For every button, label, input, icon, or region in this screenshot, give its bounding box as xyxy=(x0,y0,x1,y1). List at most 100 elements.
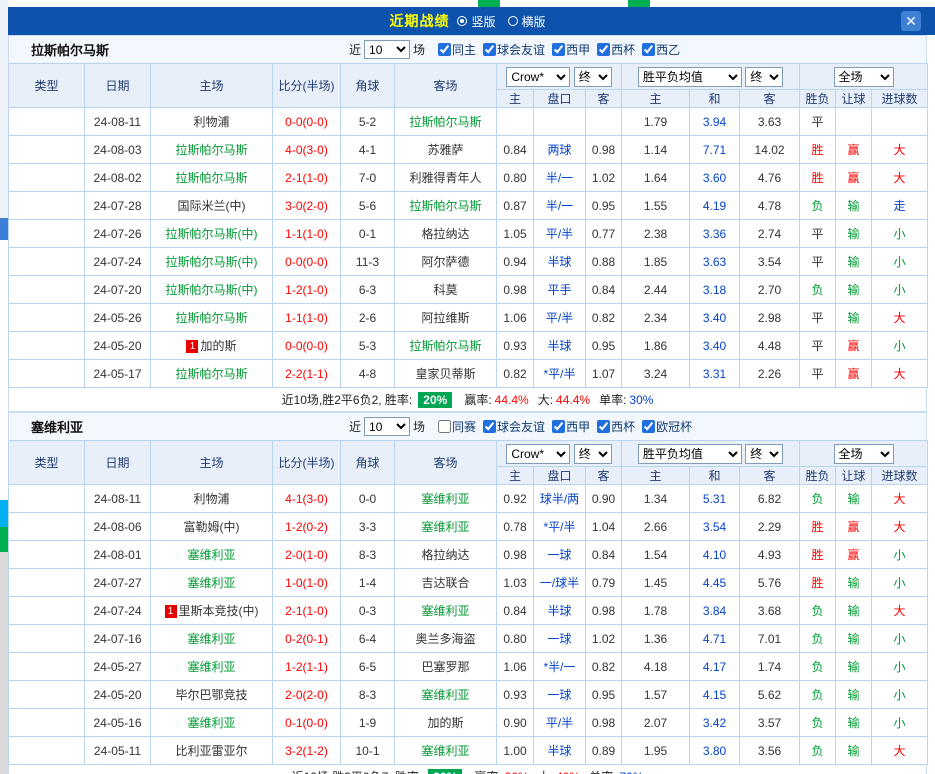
match-row: 球会友谊24-08-01塞维利亚2-0(1-0)8-3格拉纳达0.98一球0.8… xyxy=(9,541,928,569)
match-date: 24-08-11 xyxy=(85,485,151,513)
competition-tag: 球会友谊 xyxy=(9,248,85,276)
big-rate-value: 40% xyxy=(556,770,580,774)
euro-odds-home: 2.66 xyxy=(622,513,690,541)
goals-outcome: 小 xyxy=(872,276,928,304)
asian-odds-home: 0.90 xyxy=(497,709,534,737)
home-team-name: 拉斯帕尔马斯(中) xyxy=(166,255,258,269)
league-filter-laliga[interactable]: 西甲 xyxy=(552,418,590,435)
handicap-line: 球半/两 xyxy=(534,485,586,513)
euro-odds-home: 2.38 xyxy=(622,220,690,248)
bookmaker-select[interactable]: Crow* xyxy=(506,444,570,464)
away-team-name: 苏雅萨 xyxy=(427,143,463,157)
asian-odds-away: 0.77 xyxy=(586,220,622,248)
match-row: 球会友谊24-07-24拉斯帕尔马斯(中)0-0(0-0)11-3阿尔萨德0.9… xyxy=(9,248,928,276)
euro-odds-draw: 4.71 xyxy=(690,625,740,653)
match-date: 24-05-26 xyxy=(85,304,151,332)
match-score: 4-0(3-0) xyxy=(273,136,341,164)
match-count-select[interactable]: 10 xyxy=(364,40,410,59)
background-segment xyxy=(0,0,8,218)
euro-odds-draw: 4.17 xyxy=(690,653,740,681)
competition-tag: 西甲 xyxy=(9,737,85,765)
away-team-name: 拉斯帕尔马斯 xyxy=(409,199,481,213)
scope-select[interactable]: 全场 xyxy=(834,67,894,87)
match-outcome: 胜 xyxy=(800,164,836,192)
handicap-line: 一球 xyxy=(534,625,586,653)
corner-score: 6-4 xyxy=(341,625,395,653)
horizontal-layout-radio[interactable] xyxy=(508,16,518,26)
home-team: 塞维利亚 xyxy=(151,625,273,653)
euro-time-select[interactable]: 终 xyxy=(745,67,783,87)
col-header-goals-result: 进球数 xyxy=(872,90,928,108)
home-team: 利物浦 xyxy=(151,485,273,513)
match-score: 1-2(1-0) xyxy=(273,276,341,304)
euro-odds-draw: 5.31 xyxy=(690,485,740,513)
horizontal-layout-label: 横版 xyxy=(522,13,546,30)
goals-outcome: 大 xyxy=(872,164,928,192)
euro-odds-draw: 4.45 xyxy=(690,569,740,597)
league-filter-laliga[interactable]: 西甲 xyxy=(552,41,590,58)
asian-time-select[interactable]: 终 xyxy=(574,444,612,464)
euro-odds-select[interactable]: 胜平负均值 xyxy=(638,444,742,464)
league-checkbox[interactable] xyxy=(597,420,610,433)
league-filter-ucl[interactable]: 欧冠杯 xyxy=(642,418,692,435)
euro-odds-draw: 3.63 xyxy=(690,248,740,276)
league-checkbox[interactable] xyxy=(483,43,496,56)
euro-odds-away: 2.29 xyxy=(740,513,800,541)
match-date: 24-07-24 xyxy=(85,597,151,625)
asian-time-select[interactable]: 终 xyxy=(574,67,612,87)
league-checkbox[interactable] xyxy=(642,420,655,433)
league-checkbox[interactable] xyxy=(552,43,565,56)
col-header-handicap-result: 让球 xyxy=(836,467,872,485)
league-checkbox[interactable] xyxy=(483,420,496,433)
same-competition-checkbox[interactable] xyxy=(438,420,451,433)
close-icon[interactable]: ✕ xyxy=(901,11,921,31)
home-team: 比利亚雷亚尔 xyxy=(151,737,273,765)
corner-score: 8-3 xyxy=(341,541,395,569)
league-label: 球会友谊 xyxy=(497,41,545,58)
asian-odds-away: 0.90 xyxy=(586,485,622,513)
league-filter-friendly[interactable]: 球会友谊 xyxy=(483,41,545,58)
asian-odds-home: 0.93 xyxy=(497,332,534,360)
euro-time-select[interactable]: 终 xyxy=(745,444,783,464)
scope-select[interactable]: 全场 xyxy=(834,444,894,464)
league-checkbox[interactable] xyxy=(552,420,565,433)
competition-tag: 西甲 xyxy=(9,360,85,388)
euro-odds-away: 1.74 xyxy=(740,653,800,681)
league-checkbox[interactable] xyxy=(597,43,610,56)
league-checkbox[interactable] xyxy=(642,43,655,56)
match-score: 2-2(1-1) xyxy=(273,360,341,388)
league-filter-friendly[interactable]: 球会友谊 xyxy=(483,418,545,435)
away-team: 巴塞罗那 xyxy=(395,653,497,681)
asian-odds-away: 0.88 xyxy=(586,248,622,276)
away-team-name: 利雅得青年人 xyxy=(409,171,481,185)
stats-summary: 近10场,胜3平0负7, 胜率: 30% 赢率: 20% 大: 40% 单率: … xyxy=(8,765,927,774)
match-date: 24-07-16 xyxy=(85,625,151,653)
away-team: 苏雅萨 xyxy=(395,136,497,164)
league-filter-copa[interactable]: 西杯 xyxy=(597,41,635,58)
euro-odds-group-header: 胜平负均值 终 xyxy=(622,64,800,90)
euro-odds-home: 1.57 xyxy=(622,681,690,709)
away-team-name: 科莫 xyxy=(433,283,457,297)
match-score: 3-2(1-2) xyxy=(273,737,341,765)
match-row: 球会友谊24-08-11利物浦4-1(3-0)0-0塞维利亚0.92球半/两0.… xyxy=(9,485,928,513)
euro-odds-select[interactable]: 胜平负均值 xyxy=(638,67,742,87)
col-header-score: 比分(半场) xyxy=(273,64,341,108)
home-team-name: 国际米兰(中) xyxy=(178,199,246,213)
handicap-rate-value: 20% xyxy=(505,770,529,774)
same-home-checkbox[interactable] xyxy=(438,43,451,56)
vertical-layout-radio[interactable] xyxy=(457,16,467,26)
same-competition-filter[interactable]: 同赛 xyxy=(438,418,476,435)
league-label: 球会友谊 xyxy=(497,418,545,435)
league-filter-copa[interactable]: 西杯 xyxy=(597,418,635,435)
match-count-select[interactable]: 10 xyxy=(364,417,410,436)
corner-score: 1-9 xyxy=(341,709,395,737)
same-home-filter[interactable]: 同主 xyxy=(438,41,476,58)
bookmaker-select[interactable]: Crow* xyxy=(506,67,570,87)
handicap-line: *平/半 xyxy=(534,360,586,388)
away-team: 皇家贝蒂斯 xyxy=(395,360,497,388)
league-filter-segunda[interactable]: 西乙 xyxy=(642,41,680,58)
away-team: 阿拉维斯 xyxy=(395,304,497,332)
home-team-name: 拉斯帕尔马斯(中) xyxy=(166,283,258,297)
euro-odds-group-header: 胜平负均值 终 xyxy=(622,441,800,467)
asian-odds-home: 0.84 xyxy=(497,136,534,164)
